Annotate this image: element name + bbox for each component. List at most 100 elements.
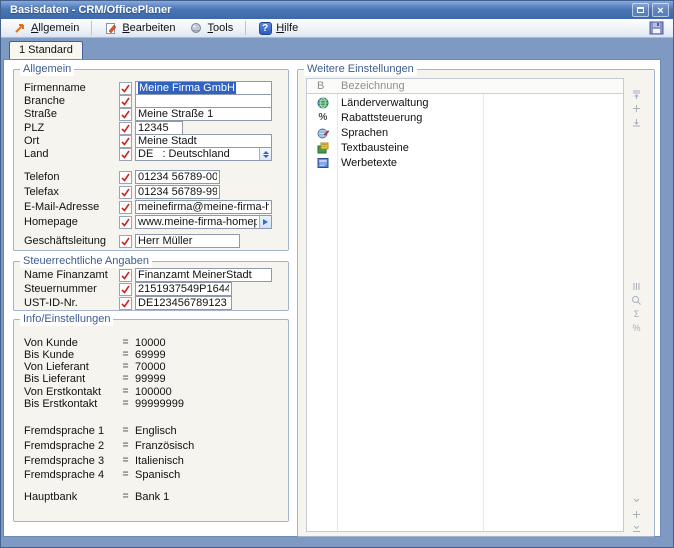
grid-row-sprachen[interactable]: Sprachen [307, 125, 623, 140]
spellcheck-icon[interactable] [119, 216, 132, 229]
ort-field[interactable] [135, 134, 272, 148]
menu-hilfe[interactable]: Hilfe [252, 20, 304, 37]
finanzamt-field[interactable] [135, 268, 272, 282]
info-label: Von Kunde [24, 337, 119, 349]
globe-icon [317, 97, 329, 109]
field-label: Steuernummer [24, 283, 119, 295]
telefax-field[interactable] [135, 185, 220, 199]
field-row-strasse: Straße [24, 107, 272, 121]
spellcheck-icon[interactable] [119, 283, 132, 296]
field-row-geschaeftsleitung: Geschäftsleitung [24, 234, 240, 248]
column-chooser-icon[interactable] [630, 280, 644, 292]
geschaeftsleitung-field[interactable] [135, 234, 240, 248]
next-row-button[interactable] [630, 494, 644, 506]
equals-icon [119, 440, 132, 451]
search-icon[interactable] [630, 294, 644, 306]
info-row: Fremdsprache 4 Spanisch [24, 468, 180, 481]
filter-percent-icon[interactable] [630, 322, 644, 334]
spellcheck-icon[interactable] [119, 171, 132, 184]
field-row-steuernummer: Steuernummer [24, 282, 232, 296]
grid-row-textbausteine[interactable]: Textbausteine [307, 140, 623, 155]
info-label: Bis Lieferant [24, 373, 119, 385]
menu-tools[interactable]: Tools [184, 20, 240, 37]
grid-row-rabattsteuerung[interactable]: Rabattsteuerung [307, 110, 623, 125]
field-row-telefon: Telefon [24, 170, 220, 184]
app-window: Basisdaten - CRM/OfficePlaner Allgemein … [0, 0, 674, 548]
spellcheck-icon[interactable] [119, 122, 132, 135]
spellcheck-icon[interactable] [119, 108, 132, 121]
scroll-down-button[interactable] [630, 116, 644, 128]
field-label: PLZ [24, 122, 119, 134]
adtexts-icon [317, 157, 329, 169]
group-weitere-title: Weitere Einstellungen [304, 63, 417, 76]
firmenname-field[interactable]: Meine Firma GmbH [135, 81, 272, 95]
menu-allgemein[interactable]: Allgemein [7, 20, 85, 37]
field-label: E-Mail-Adresse [24, 201, 119, 213]
telefon-field[interactable] [135, 170, 220, 184]
spellcheck-icon[interactable] [119, 82, 132, 95]
floppy-disk-icon [649, 21, 664, 35]
equals-icon [119, 398, 132, 409]
email-field[interactable] [135, 200, 272, 214]
tab-standard[interactable]: 1 Standard [9, 41, 83, 59]
add-row-button[interactable] [630, 102, 644, 114]
restore-button[interactable] [632, 3, 649, 17]
equals-icon [119, 361, 132, 372]
grid-row-werbetexte[interactable]: Werbetexte [307, 155, 623, 170]
strasse-field[interactable] [135, 107, 272, 121]
ustid-field[interactable] [135, 296, 232, 310]
info-row: Bis Lieferant 99999 [24, 372, 166, 385]
scroll-to-top-button[interactable] [630, 88, 644, 100]
menu-bearbeiten[interactable]: Bearbeiten [98, 20, 181, 37]
spellcheck-icon[interactable] [119, 135, 132, 148]
selected-text: Meine Firma GmbH [138, 82, 236, 94]
grid-row-label: Werbetexte [329, 157, 397, 169]
title-bar[interactable]: Basisdaten - CRM/OfficePlaner [1, 1, 673, 19]
info-label: Fremdsprache 3 [24, 455, 119, 467]
textblocks-icon [317, 142, 329, 154]
grid-header[interactable]: B Bezeichnung [307, 79, 623, 94]
spellcheck-icon[interactable] [119, 95, 132, 108]
info-value: 10000 [132, 337, 166, 349]
field-row-homepage: Homepage [24, 215, 272, 229]
spellcheck-icon[interactable] [119, 148, 132, 161]
arrow-right-icon [263, 219, 268, 225]
info-value: Englisch [132, 425, 177, 437]
save-button[interactable] [645, 20, 667, 37]
info-value: Italienisch [132, 455, 184, 467]
field-label: Branche [24, 95, 119, 107]
sum-icon[interactable] [630, 308, 644, 320]
combo-spinner-button[interactable] [259, 148, 271, 160]
field-row-email: E-Mail-Adresse [24, 200, 272, 214]
steuernummer-field[interactable] [135, 282, 232, 296]
info-value: Französisch [132, 440, 194, 452]
field-label: Ort [24, 135, 119, 147]
info-value: 99999999 [132, 398, 184, 410]
land-combobox[interactable]: DE : Deutschland [135, 147, 272, 161]
spellcheck-icon[interactable] [119, 186, 132, 199]
spellcheck-icon[interactable] [119, 235, 132, 248]
equals-icon [119, 386, 132, 397]
group-steuer: Steuerrechtliche Angaben Name Finanzamt … [13, 261, 289, 311]
grid-row-laenderverwaltung[interactable]: Länderverwaltung [307, 95, 623, 110]
spellcheck-icon[interactable] [119, 201, 132, 214]
spellcheck-icon[interactable] [119, 297, 132, 310]
field-row-ustid: UST-ID-Nr. [24, 296, 232, 310]
field-label: Straße [24, 108, 119, 120]
add-row-button[interactable] [630, 508, 644, 520]
equals-icon [119, 373, 132, 384]
column-header-bezeichnung[interactable]: Bezeichnung [339, 80, 405, 92]
plz-field[interactable] [135, 121, 183, 135]
branche-field[interactable] [135, 94, 272, 108]
field-row-branche: Branche [24, 94, 272, 108]
scroll-to-bottom-button[interactable] [630, 522, 644, 534]
info-value: Spanisch [132, 469, 180, 481]
open-homepage-button[interactable] [259, 215, 272, 229]
column-header-b[interactable]: B [307, 80, 339, 92]
menu-bearbeiten-label: Bearbeiten [122, 22, 175, 34]
spellcheck-icon[interactable] [119, 269, 132, 282]
field-row-land: Land DE : Deutschland [24, 147, 272, 161]
group-allgemein: Allgemein Firmenname Meine Firma GmbH Br… [13, 69, 289, 251]
close-button[interactable] [652, 3, 669, 17]
homepage-field[interactable] [135, 215, 259, 229]
